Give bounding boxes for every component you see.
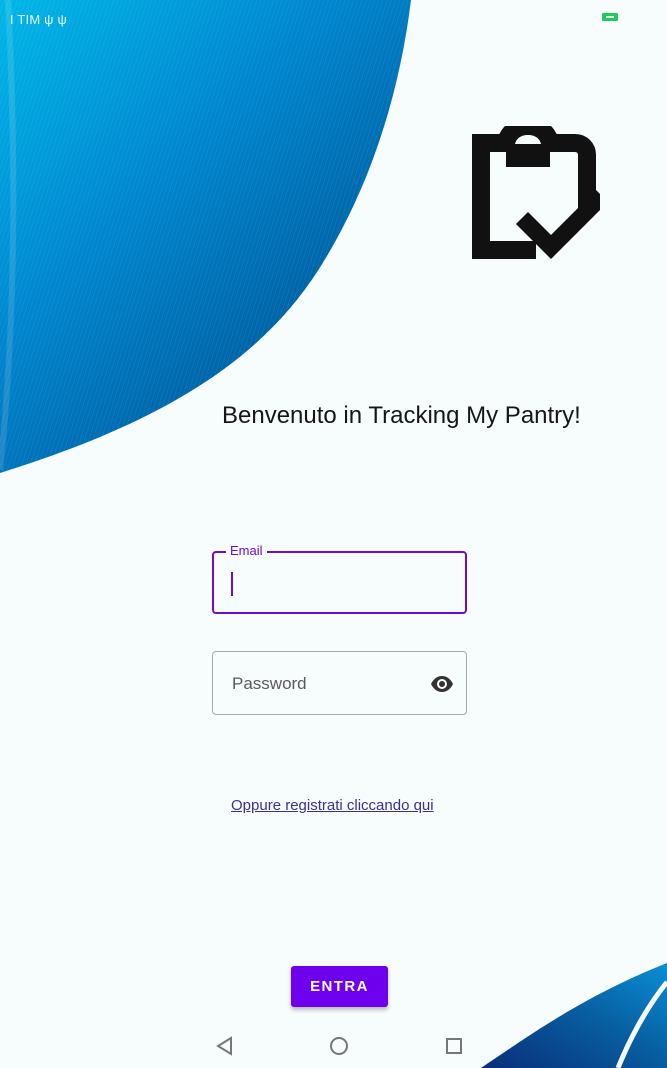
navigation-bar <box>0 1035 667 1068</box>
status-bar: I TIM ψ ψ <box>0 0 667 34</box>
battery-icon <box>602 13 618 21</box>
text-cursor <box>231 572 233 596</box>
welcome-title: Benvenuto in Tracking My Pantry! <box>222 402 581 429</box>
clipboard-check-icon <box>472 126 600 260</box>
triangle-back-icon[interactable] <box>214 1035 236 1057</box>
email-label: Email <box>226 542 267 560</box>
email-field[interactable]: Email <box>212 542 467 614</box>
register-link[interactable]: Oppure registrati cliccando qui <box>0 797 667 814</box>
square-recents-icon[interactable] <box>443 1035 465 1057</box>
eye-icon[interactable] <box>430 673 454 695</box>
login-button[interactable]: ENTRA <box>291 966 388 1007</box>
carrier-status: I TIM ψ ψ <box>10 12 67 27</box>
password-input[interactable] <box>230 667 414 701</box>
login-screen: I TIM ψ ψ Benvenuto in Tracking My Pantr… <box>0 0 667 1068</box>
email-input[interactable] <box>230 566 454 598</box>
password-field[interactable] <box>212 651 467 715</box>
circle-home-icon[interactable] <box>328 1035 350 1057</box>
